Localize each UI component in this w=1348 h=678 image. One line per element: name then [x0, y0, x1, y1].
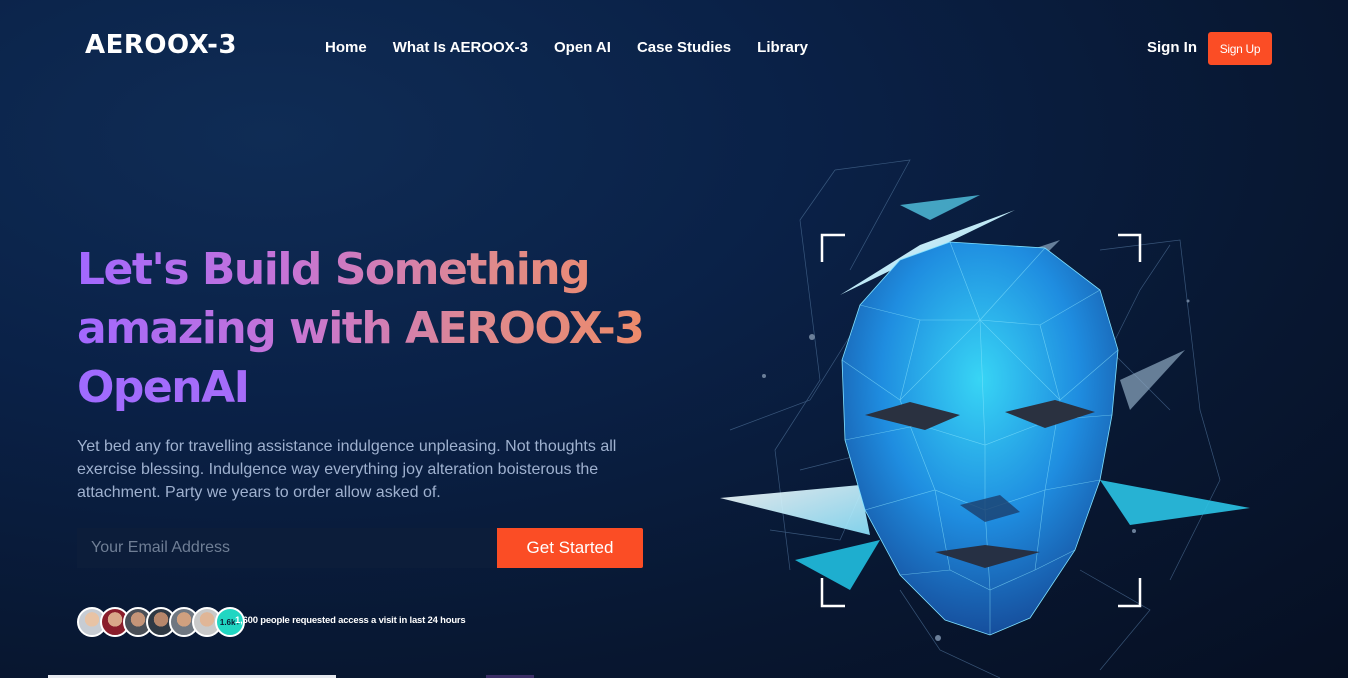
- site-logo[interactable]: AEROOX-3: [85, 30, 237, 60]
- headline-line-1: Let's Build Something: [77, 240, 677, 299]
- hero-headline: Let's Build Something amazing with AEROO…: [77, 240, 677, 417]
- headline-line-3: OpenAI: [77, 358, 677, 417]
- hero-description: Yet bed any for travelling assistance in…: [77, 438, 617, 501]
- nav-case-studies[interactable]: Case Studies: [637, 39, 731, 56]
- polygon-face-illustration: [720, 159, 1250, 678]
- sign-in-link[interactable]: Sign In: [1147, 39, 1197, 56]
- sign-up-button[interactable]: Sign Up: [1208, 32, 1272, 65]
- nav-what-is[interactable]: What Is AEROOX-3: [393, 39, 528, 56]
- nav-library[interactable]: Library: [757, 39, 808, 56]
- main-nav: Home What Is AEROOX-3 Open AI Case Studi…: [325, 39, 808, 56]
- nav-open-ai[interactable]: Open AI: [554, 39, 611, 56]
- avatar-group: 1.6k+: [77, 607, 245, 637]
- social-proof-text: 1,600 people requested access a visit in…: [235, 615, 466, 626]
- get-started-button[interactable]: Get Started: [497, 528, 643, 568]
- email-input[interactable]: [77, 528, 497, 568]
- headline-line-2: amazing with AEROOX-3: [77, 299, 677, 358]
- nav-home[interactable]: Home: [325, 39, 367, 56]
